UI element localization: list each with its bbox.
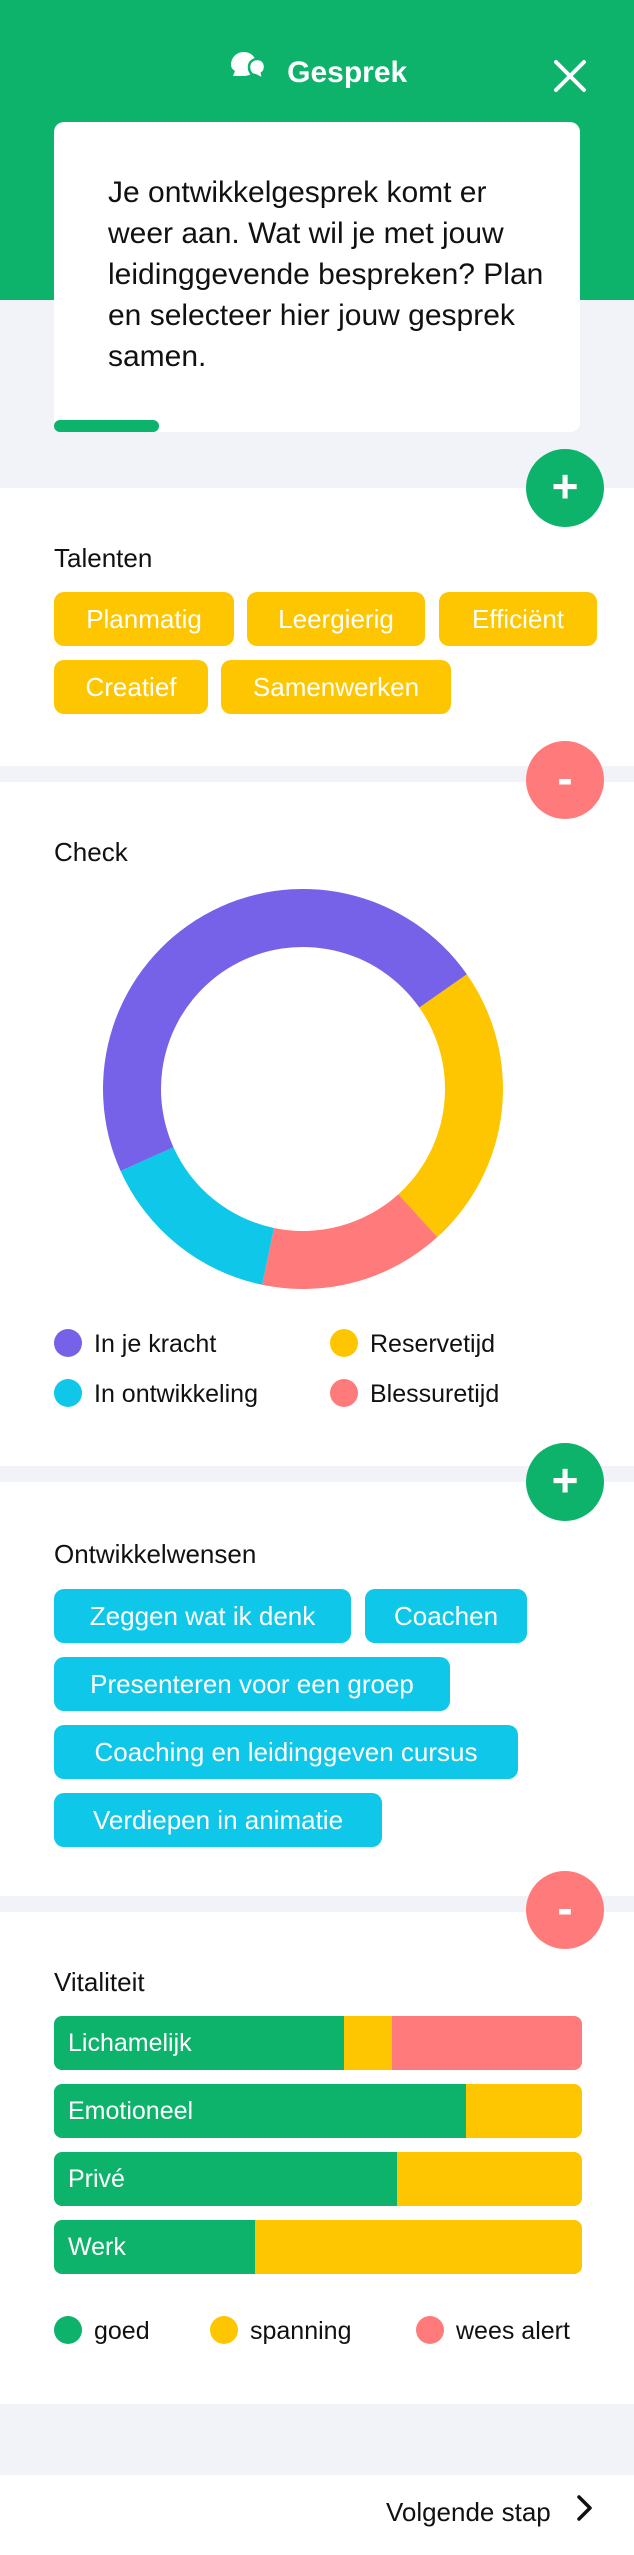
chip-wens[interactable]: Coaching en leidinggeven cursus (54, 1725, 518, 1779)
chip-talent[interactable]: Efficiënt (439, 592, 597, 646)
vitaliteit-bar-privé: Privé (54, 2152, 582, 2206)
donut-slice-reservetijd (398, 974, 503, 1238)
legend-label: In je kracht (94, 1330, 217, 1358)
talenten-title: Talenten (54, 543, 153, 573)
chevron-right-icon (576, 2494, 594, 2529)
chip-wens[interactable]: Presenteren voor een groep (54, 1657, 450, 1711)
legend-label: spanning (250, 2317, 352, 2345)
check-donut-chart (103, 889, 503, 1289)
donut-slice-in-je-kracht (103, 889, 467, 1171)
chip-talent[interactable]: Planmatig (54, 592, 234, 646)
bar-segment-spanning (465, 2084, 582, 2138)
vitaliteit-bar-lichamelijk: Lichamelijk (54, 2016, 582, 2070)
legend-spanning: spanning (210, 2316, 352, 2346)
ontwikkelwensen-title: Ontwikkelwensen (54, 1539, 257, 1569)
legend-dot (330, 1329, 358, 1358)
remove-vitaliteit-button[interactable]: - (526, 1871, 604, 1949)
bar-label: Werk (68, 2233, 126, 2261)
close-icon (554, 60, 586, 92)
legend-label: In ontwikkeling (94, 1380, 258, 1408)
chip-talent[interactable]: Leergierig (247, 592, 425, 646)
check-title: Check (54, 837, 128, 867)
remove-check-button[interactable]: - (526, 741, 604, 819)
progress-fill (54, 420, 160, 432)
legend-label: Blessuretijd (370, 1380, 500, 1408)
chip-talent[interactable]: Samenwerken (221, 660, 451, 714)
vitaliteit-section: Vitaliteit Lichamelijk Emotioneel Privé Wer… (0, 1912, 634, 2404)
bar-segment-spanning (397, 2152, 582, 2206)
legend-dot (54, 2316, 82, 2345)
add-wens-button[interactable]: + (526, 1443, 604, 1521)
legend-label: Reservetijd (370, 1330, 496, 1358)
check-section: Check In je kracht Reservetijd In ontwik… (0, 782, 634, 1466)
legend-dot (54, 1329, 82, 1358)
legend-dot (54, 1379, 82, 1408)
legend-dot (416, 2316, 444, 2345)
bar-label: Emotioneel (68, 2097, 194, 2125)
vitaliteit-title: Vitaliteit (54, 1967, 145, 1997)
legend-dot (330, 1379, 358, 1408)
next-step-button[interactable]: Volgende stap (385, 2494, 594, 2529)
add-talent-button[interactable]: + (526, 449, 604, 527)
next-step-label: Volgende stap (385, 2497, 551, 2527)
chip-wens[interactable]: Coachen (365, 1589, 527, 1643)
chip-talent[interactable]: Creatief (54, 660, 208, 714)
legend-blessuretijd: Blessuretijd (330, 1379, 500, 1409)
legend-goed: goed (54, 2316, 150, 2346)
legend-label: wees alert (456, 2317, 570, 2345)
chip-wens[interactable]: Zeggen wat ik denk (54, 1589, 351, 1643)
bar-label: Privé (68, 2165, 125, 2193)
chat-bubbles-icon (227, 49, 267, 93)
ontwikkelwensen-section: Ontwikkelwensen Zeggen wat ik denk Coach… (0, 1482, 634, 1896)
bar-segment-alert (391, 2016, 582, 2070)
vitaliteit-bar-werk: Werk (54, 2220, 582, 2274)
legend-reservetijd: Reservetijd (330, 1329, 496, 1359)
talenten-section: Talenten Planmatig Leergierig Efficiënt … (0, 488, 634, 766)
bar-label: Lichamelijk (68, 2029, 192, 2057)
legend-wees-alert: wees alert (416, 2316, 570, 2346)
bar-segment-spanning (344, 2016, 392, 2070)
header-title-row: Gesprek (0, 52, 634, 93)
legend-dot (210, 2316, 238, 2345)
chip-wens[interactable]: Verdiepen in animatie (54, 1793, 382, 1847)
bar-segment-spanning (254, 2220, 582, 2274)
footer: Volgende stap (0, 2475, 634, 2555)
intro-text: Je ontwikkelgesprek komt er weer aan. Wa… (108, 176, 544, 373)
legend-in-ontwikkeling: In ontwikkeling (54, 1379, 258, 1409)
legend-label: goed (94, 2317, 150, 2345)
progress-bar (54, 420, 580, 432)
donut-slice-in-ontwikkeling (120, 1147, 274, 1285)
close-button[interactable] (550, 56, 590, 96)
donut-slice-blessuretijd (262, 1194, 438, 1289)
intro-card: Je ontwikkelgesprek komt er weer aan. Wa… (54, 122, 580, 432)
vitaliteit-bar-emotioneel: Emotioneel (54, 2084, 582, 2138)
legend-in-je-kracht: In je kracht (54, 1329, 217, 1359)
page-title: Gesprek (287, 55, 408, 89)
